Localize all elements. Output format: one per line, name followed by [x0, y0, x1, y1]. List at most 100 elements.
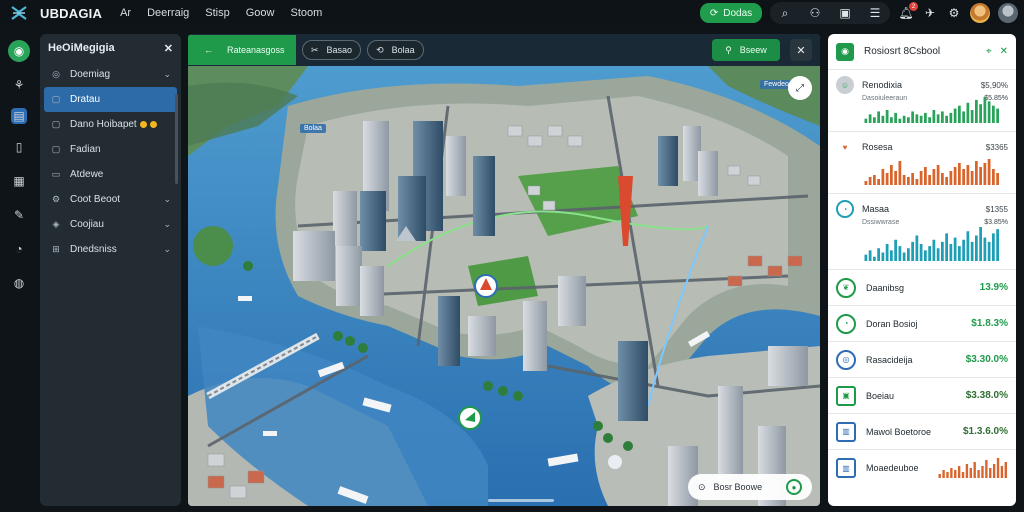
clock-icon: ◔	[836, 200, 854, 218]
chart-section[interactable]: ◔ Masaa $1355 Dssiwwrase $3.85%	[828, 194, 1016, 270]
image-icon[interactable]: ▣	[837, 5, 853, 21]
notification-badge: 2	[909, 2, 918, 11]
chart-bar	[885, 110, 889, 123]
sidebar-item[interactable]: ▭ Atdewe	[44, 162, 177, 187]
chart-bar	[924, 250, 927, 261]
chip-label: Bosr Boowe	[713, 482, 763, 492]
sidebar-item[interactable]: ◈ Coojiau ⌄	[44, 212, 177, 237]
chart-section[interactable]: ☺ Renodixia $5,90% Dasoiuleeraun $5.85%	[828, 70, 1016, 132]
nav-item[interactable]: Ar	[120, 7, 131, 19]
close-map-button[interactable]: ✕	[790, 39, 812, 61]
chart-bar	[987, 101, 991, 123]
sidebar-item[interactable]: ◎ Doemiag ⌄	[44, 62, 177, 87]
sidebar-item[interactable]: ▢ Dano Hoibapet	[44, 112, 177, 137]
chevron-down-icon: ⌄	[163, 219, 171, 229]
search-icon[interactable]: ⌕	[777, 5, 793, 21]
chart-bar	[975, 99, 978, 123]
stat-row[interactable]: ▣ Boeiau $3.38.0%	[828, 378, 1016, 414]
tool-icon[interactable]: ✎	[8, 204, 30, 226]
chart-bar	[911, 241, 914, 261]
map-view[interactable]: ← Rateanasgoss ✂︎ Basao ⟲ Bolaa ⚲ Bseew …	[188, 34, 820, 506]
stat-row[interactable]: ▥ Mawol Boetoroe $1.3.6.0%	[828, 414, 1016, 450]
avatar[interactable]	[970, 3, 990, 23]
stat-row-chart[interactable]: ▥ Moaedeuboe	[828, 450, 1016, 486]
pin-icon: ◎	[52, 69, 60, 79]
sidebar-item[interactable]: ⊞ Dnedsniss ⌄	[44, 237, 177, 262]
globe-icon[interactable]: ◍	[8, 272, 30, 294]
nav-item[interactable]: Deerraig	[147, 7, 189, 19]
map-tab-active[interactable]: ← Rateanasgoss	[188, 35, 296, 65]
bar-chart	[864, 227, 999, 261]
home-icon[interactable]: ◉	[8, 40, 30, 62]
nav-item[interactable]: Goow	[246, 7, 275, 19]
nav-item[interactable]: Stoom	[290, 7, 322, 19]
chart-bar	[961, 472, 965, 478]
close-icon[interactable]: ✕	[1000, 46, 1008, 57]
expand-icon[interactable]: ⤢	[788, 76, 812, 100]
chart-bar	[868, 177, 872, 185]
chart-section[interactable]: ♥ Rosesa $3365	[828, 132, 1016, 194]
map-action-button[interactable]: ⚲ Bseew	[712, 39, 780, 61]
refresh-icon: ⟳	[709, 7, 719, 19]
sidebar-item-label: Atdewe	[70, 169, 104, 180]
clock-icon[interactable]: ◔	[8, 238, 30, 260]
section-title: Renodixia	[862, 80, 903, 90]
grid-icon: ⊞	[52, 244, 60, 254]
calendar-icon[interactable]: ▦	[8, 170, 30, 192]
chart-bar	[881, 169, 885, 185]
pin-icon[interactable]: ⌖	[986, 46, 992, 57]
map-label-tag[interactable]: Bolaa	[300, 124, 326, 133]
top-action-button[interactable]: ⟳ Dodas	[700, 3, 762, 23]
top-action-label: Dodas	[723, 7, 753, 19]
chart-bar	[924, 112, 927, 123]
map-filter-pill[interactable]: ✂︎ Basao	[302, 40, 362, 60]
stat-row[interactable]: ❦ Daanibsg 13.9%	[828, 270, 1016, 306]
users-icon[interactable]: ⚘	[8, 74, 30, 96]
chart-bar	[885, 173, 889, 185]
city-map[interactable]	[188, 66, 820, 506]
notification-icon[interactable]: 🔔︎ 2	[898, 2, 918, 21]
pin-icon[interactable]: ✈︎	[922, 5, 938, 21]
sidebar-item[interactable]: ▢ Dratau	[44, 87, 177, 112]
chart-bar	[1000, 466, 1004, 478]
chart-bar	[946, 472, 949, 478]
sidebar-scrollbar[interactable]	[175, 94, 178, 184]
chart-bar	[958, 163, 961, 185]
map-status-chip[interactable]: ⊙ Bosr Boowe ●	[688, 474, 812, 500]
menu-icon[interactable]: ☰	[867, 5, 883, 21]
document-icon[interactable]: ▯	[8, 136, 30, 158]
close-icon[interactable]: ✕	[164, 42, 173, 55]
chart-bar	[942, 470, 945, 478]
chart-bar	[915, 114, 919, 123]
stat-label: Rasacideija	[866, 354, 913, 365]
stat-row[interactable]: ◎ Rasacideija $3.30.0%	[828, 342, 1016, 378]
users-icon[interactable]: ⚇	[807, 5, 823, 21]
chart-bar	[962, 111, 965, 123]
top-right-tools: ⟳ Dodas ⌕ ⚇ ▣ ☰ 🔔︎ 2 ✈︎ ⚙︎	[700, 0, 1018, 26]
app-logo[interactable]: UBDAGIA	[10, 4, 102, 22]
app-title: UBDAGIA	[40, 5, 103, 21]
chart-bar	[873, 117, 876, 123]
nav-item[interactable]: Stisp	[205, 7, 229, 19]
chart-bar	[987, 241, 991, 261]
map-scrollbar[interactable]	[488, 499, 554, 502]
sidebar-item[interactable]: ▢ Fadian	[44, 137, 177, 162]
map-layer-pill[interactable]: ⟲ Bolaa	[367, 40, 424, 60]
chart-bar	[902, 252, 906, 261]
layers-icon[interactable]: ▤	[11, 108, 27, 124]
sidebar-header: HeOiMegigia ✕	[40, 34, 181, 62]
chart-bar	[983, 237, 987, 261]
avatar-secondary[interactable]	[998, 3, 1018, 23]
settings-icon[interactable]: ⚙︎	[946, 5, 962, 21]
chart-bar	[890, 165, 893, 185]
sidebar-item[interactable]: ⚙ Coot Beoot ⌄	[44, 187, 177, 212]
stat-row[interactable]: ◔ Doran Bosioj $1.8.3%	[828, 306, 1016, 342]
chart-bar	[907, 248, 910, 261]
chevron-down-icon: ⌄	[163, 244, 171, 254]
chart-bar	[915, 179, 919, 185]
avatar-icon: ☺	[836, 76, 854, 94]
stat-value: $1.8.3%	[971, 318, 1008, 329]
chart-bar	[877, 111, 880, 123]
section-value: $5,90%	[980, 80, 1008, 90]
chart-bar	[973, 462, 976, 478]
